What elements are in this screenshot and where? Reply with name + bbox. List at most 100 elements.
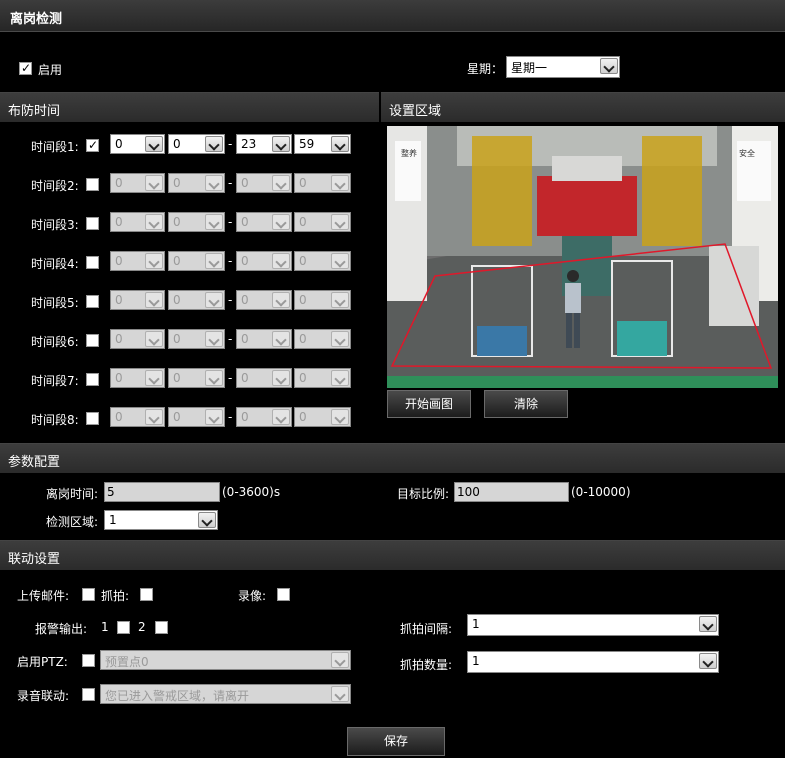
period-start-minute-select[interactable]: 0 xyxy=(168,212,225,232)
audio-linkage-checkbox[interactable] xyxy=(82,688,95,701)
period-value: 0 xyxy=(299,371,307,385)
schedule-header-text: 布防时间 xyxy=(8,104,61,119)
target-ratio-label: 目标比例: xyxy=(397,487,450,501)
period-start-hour-select[interactable]: 0 xyxy=(110,368,165,388)
camera-preview[interactable]: 整养 安全 xyxy=(387,126,778,388)
chevron-down-icon xyxy=(272,214,290,230)
chevron-down-icon xyxy=(331,652,349,668)
target-ratio-input[interactable]: 100 xyxy=(454,482,569,502)
period-value: 23 xyxy=(241,137,257,151)
chevron-down-icon xyxy=(331,136,349,152)
capture-interval-select[interactable]: 1 xyxy=(467,614,719,636)
upload-mail-label: 上传邮件: xyxy=(17,589,70,603)
ptz-checkbox[interactable] xyxy=(82,654,95,667)
period-start-hour-select[interactable]: 0 xyxy=(110,251,165,271)
capture-count-select[interactable]: 1 xyxy=(467,651,719,673)
period-checkbox[interactable] xyxy=(86,412,99,425)
save-button[interactable]: 保存 xyxy=(347,727,445,756)
alarm-output-2-checkbox[interactable] xyxy=(155,621,168,634)
period-value: 0 xyxy=(299,332,307,346)
period-value: 0 xyxy=(115,371,123,385)
period-dash: - xyxy=(228,137,233,151)
leave-time-input[interactable]: 5 xyxy=(104,482,220,502)
period-end-minute-select[interactable]: 0 xyxy=(294,290,351,310)
period-end-hour-select[interactable]: 0 xyxy=(236,212,292,232)
clear-button[interactable]: 清除 xyxy=(484,390,568,418)
record-checkbox[interactable] xyxy=(277,588,290,601)
upload-mail-checkbox[interactable] xyxy=(82,588,95,601)
period-checkbox[interactable] xyxy=(86,217,99,230)
enable-checkbox[interactable] xyxy=(19,61,32,75)
period-start-hour-select[interactable]: 0 xyxy=(110,173,165,193)
period-start-minute-select[interactable]: 0 xyxy=(168,134,225,154)
period-start-minute-select[interactable]: 0 xyxy=(168,407,225,427)
period-checkbox[interactable] xyxy=(86,295,99,308)
period-value: 0 xyxy=(115,332,123,346)
chevron-down-icon xyxy=(198,512,216,528)
period-end-minute-select[interactable]: 0 xyxy=(294,329,351,349)
weekday-select[interactable]: 星期一 xyxy=(506,56,620,78)
chevron-down-icon xyxy=(272,370,290,386)
period-checkbox[interactable] xyxy=(86,334,99,347)
period-checkbox[interactable] xyxy=(86,138,99,152)
period-end-hour-select[interactable]: 0 xyxy=(236,173,292,193)
detect-region-value: 1 xyxy=(109,513,117,527)
ptz-label: 启用PTZ: xyxy=(17,655,68,669)
period-checkbox[interactable] xyxy=(86,178,99,191)
period-value: 0 xyxy=(173,254,181,268)
period-start-hour-select[interactable]: 0 xyxy=(110,212,165,232)
period-value: 0 xyxy=(241,371,249,385)
period-start-hour-select[interactable]: 0 xyxy=(110,329,165,349)
schedule-section-header: 布防时间 xyxy=(0,92,379,122)
period-start-minute-select[interactable]: 0 xyxy=(168,368,225,388)
period-start-minute-select[interactable]: 0 xyxy=(168,251,225,271)
period-dash: - xyxy=(228,410,233,424)
period-end-minute-select[interactable]: 0 xyxy=(294,407,351,427)
period-value: 0 xyxy=(241,176,249,190)
period-end-minute-select[interactable]: 59 xyxy=(294,134,351,154)
audio-linkage-select[interactable]: 您已进入警戒区域，请离开 xyxy=(100,684,351,704)
capture-label: 抓拍: xyxy=(101,589,130,603)
period-checkbox[interactable] xyxy=(86,373,99,386)
period-end-minute-select[interactable]: 0 xyxy=(294,251,351,271)
period-start-minute-select[interactable]: 0 xyxy=(168,329,225,349)
camera-frame: 整养 安全 xyxy=(387,126,778,388)
period-start-hour-select[interactable]: 0 xyxy=(110,134,165,154)
period-end-minute-select[interactable]: 0 xyxy=(294,173,351,193)
chevron-down-icon xyxy=(145,409,163,425)
detect-region-select[interactable]: 1 xyxy=(104,510,218,530)
ptz-preset-value: 预置点0 xyxy=(105,655,149,669)
period-value: 0 xyxy=(115,215,123,229)
period-value: 0 xyxy=(115,254,123,268)
start-draw-button[interactable]: 开始画图 xyxy=(387,390,471,418)
period-label: 时间段7: xyxy=(31,374,79,388)
period-dash: - xyxy=(228,293,233,307)
period-end-hour-select[interactable]: 0 xyxy=(236,329,292,349)
period-end-hour-select[interactable]: 0 xyxy=(236,290,292,310)
capture-checkbox[interactable] xyxy=(140,588,153,601)
period-value: 59 xyxy=(299,137,315,151)
leave-time-range: (0-3600)s xyxy=(222,485,281,499)
period-end-hour-select[interactable]: 0 xyxy=(236,368,292,388)
period-end-minute-select[interactable]: 0 xyxy=(294,368,351,388)
period-start-minute-select[interactable]: 0 xyxy=(168,173,225,193)
chevron-down-icon xyxy=(205,370,223,386)
period-end-hour-select[interactable]: 0 xyxy=(236,407,292,427)
period-checkbox[interactable] xyxy=(86,256,99,269)
period-end-hour-select[interactable]: 0 xyxy=(236,251,292,271)
linkage-section-header: 联动设置 xyxy=(0,540,785,570)
capture-interval-label: 抓拍间隔: xyxy=(400,622,453,636)
chevron-down-icon xyxy=(272,136,290,152)
sign-left-text: 整养 xyxy=(401,148,417,158)
period-end-hour-select[interactable]: 23 xyxy=(236,134,292,154)
period-start-minute-select[interactable]: 0 xyxy=(168,290,225,310)
period-label: 时间段6: xyxy=(31,335,79,349)
alarm-output-1-checkbox[interactable] xyxy=(117,621,130,634)
ptz-preset-select[interactable]: 预置点0 xyxy=(100,650,351,670)
period-start-hour-select[interactable]: 0 xyxy=(110,407,165,427)
period-value: 0 xyxy=(241,410,249,424)
linkage-header-text: 联动设置 xyxy=(8,552,61,567)
period-end-minute-select[interactable]: 0 xyxy=(294,212,351,232)
period-value: 0 xyxy=(299,254,307,268)
period-start-hour-select[interactable]: 0 xyxy=(110,290,165,310)
